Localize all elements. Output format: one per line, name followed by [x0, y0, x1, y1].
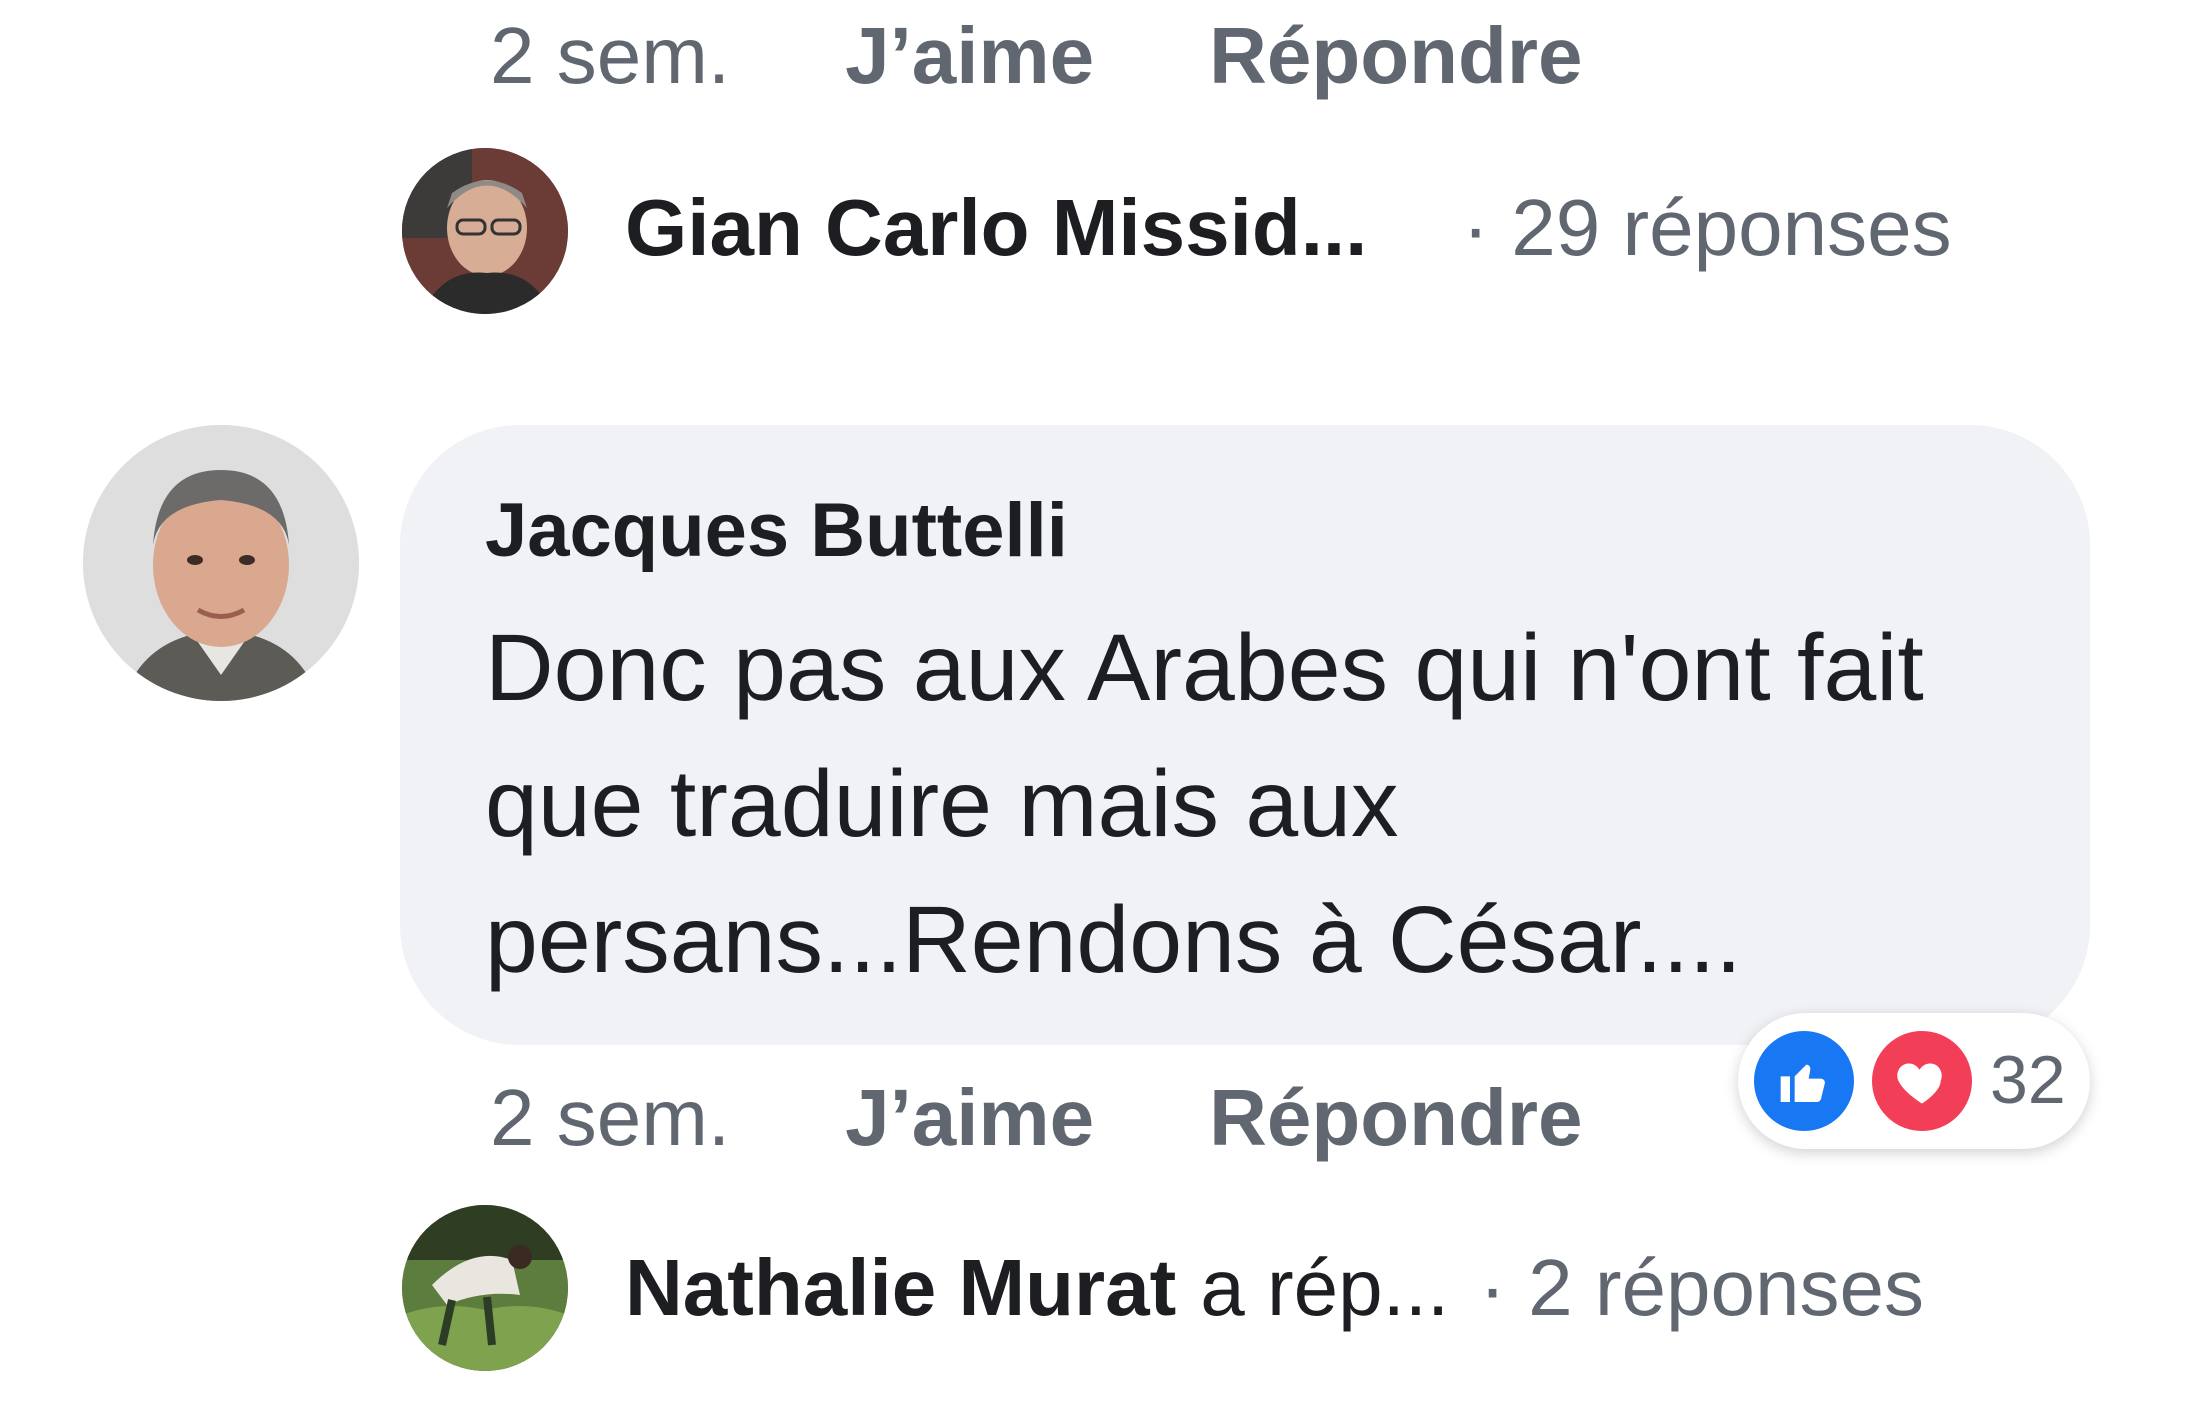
- view-replies-link[interactable]: Gian Carlo Missid... · 29 réponses: [625, 182, 1952, 274]
- person-photo-icon: [83, 425, 359, 701]
- reply-count[interactable]: · 2 réponses: [1479, 1242, 1924, 1334]
- comment-bubble: Jacques Buttelli Donc pas aux Arabes qui…: [400, 425, 2090, 1045]
- reply-count[interactable]: · 29 réponses: [1462, 182, 1951, 274]
- reaction-count: 32: [1990, 1042, 2066, 1118]
- avatar[interactable]: [402, 1205, 568, 1371]
- reactions-summary[interactable]: 32: [1738, 1013, 2090, 1149]
- view-replies-link[interactable]: Nathalie Murat a rép... · 2 réponses: [625, 1242, 1924, 1334]
- comment-timestamp[interactable]: 2 sem.: [490, 10, 730, 102]
- person-photo-icon: [402, 148, 568, 314]
- reply-author-name[interactable]: Gian Carlo Missid...: [625, 182, 1367, 274]
- love-icon: [1866, 1025, 1978, 1137]
- person-photo-icon: [402, 1205, 568, 1371]
- comment-actions: 2 sem. J’aime Répondre: [490, 1072, 1583, 1164]
- like-button[interactable]: J’aime: [845, 1072, 1094, 1164]
- comment-timestamp[interactable]: 2 sem.: [490, 1072, 730, 1164]
- avatar[interactable]: [83, 425, 359, 701]
- like-button[interactable]: J’aime: [845, 10, 1094, 102]
- comment-author-name[interactable]: Jacques Buttelli: [485, 487, 1068, 574]
- comment-text: Donc pas aux Arabes qui n'ont fait que t…: [485, 615, 1924, 993]
- reply-button[interactable]: Répondre: [1209, 1072, 1582, 1164]
- avatar[interactable]: [402, 148, 568, 314]
- reply-verb: a rép...: [1200, 1243, 1450, 1332]
- previous-comment-actions: 2 sem. J’aime Répondre: [490, 10, 1583, 102]
- reply-author-name[interactable]: Nathalie Murat: [625, 1242, 1176, 1334]
- like-icon: [1748, 1025, 1860, 1137]
- reply-button[interactable]: Répondre: [1209, 10, 1582, 102]
